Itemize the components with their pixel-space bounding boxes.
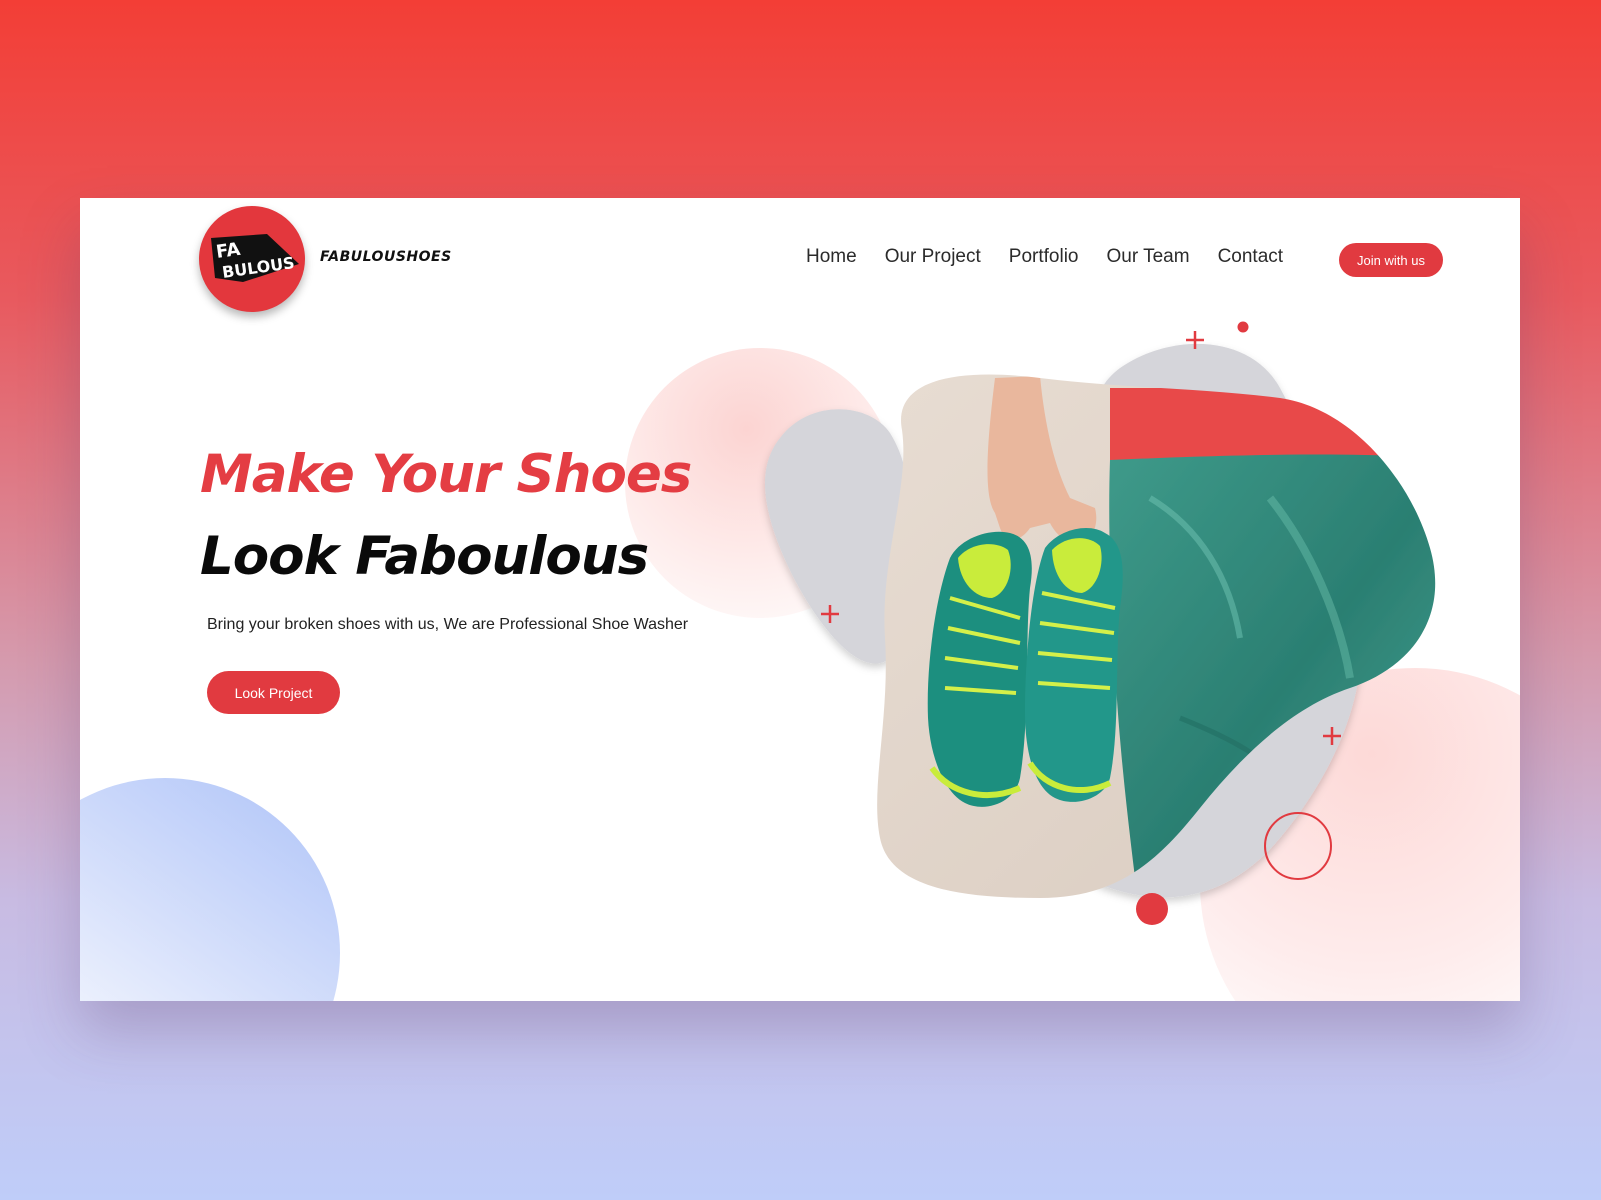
hero-illustration	[765, 321, 1436, 925]
sneakers-photo	[877, 374, 1436, 898]
decor-dot	[1136, 893, 1168, 925]
decor-ring	[1264, 812, 1332, 880]
landing-page-card: FA BULOUS FABULOUSHOES Home Our Project …	[80, 198, 1520, 1001]
decor-dot	[1237, 321, 1249, 333]
